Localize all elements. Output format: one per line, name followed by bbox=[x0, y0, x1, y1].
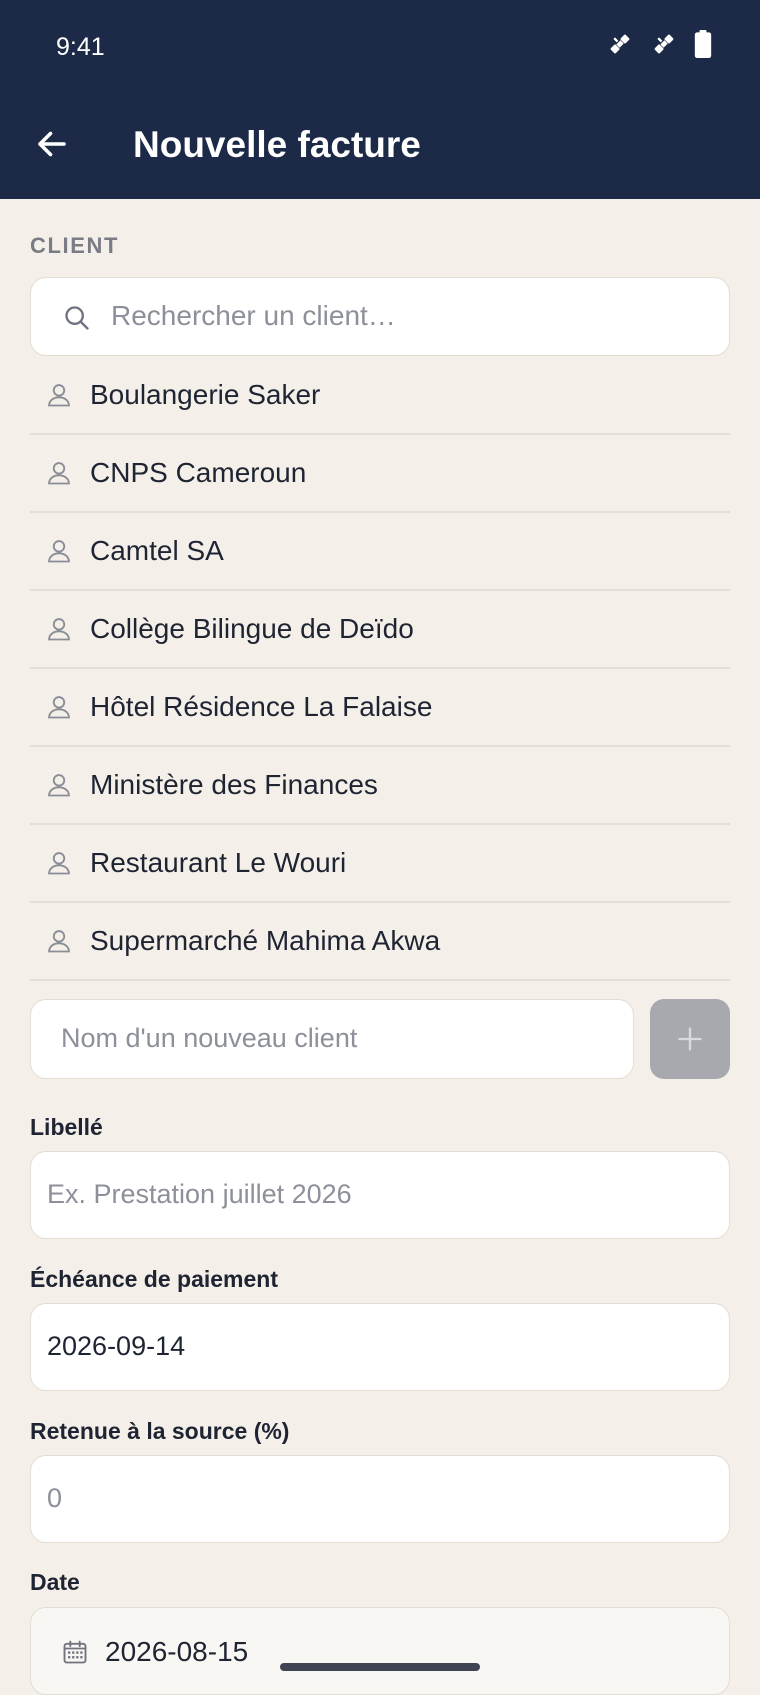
client-item[interactable]: Restaurant Le Wouri bbox=[30, 825, 730, 903]
satellite-icon bbox=[650, 30, 678, 58]
status-time: 9:41 bbox=[56, 33, 105, 61]
app-bar: 9:41 Nouvelle facture bbox=[0, 0, 760, 199]
client-name: Boulangerie Saker bbox=[90, 379, 321, 410]
libelle-label: Libellé bbox=[30, 1114, 103, 1140]
add-client-button[interactable] bbox=[650, 999, 730, 1079]
new-client-field[interactable] bbox=[30, 999, 634, 1079]
date-field[interactable]: 2026-08-15 bbox=[30, 1607, 730, 1695]
new-client-input[interactable] bbox=[61, 1000, 621, 1077]
person-icon bbox=[45, 381, 75, 409]
echeance-label: Échéance de paiement bbox=[30, 1266, 278, 1292]
status-icons bbox=[606, 30, 712, 58]
person-icon bbox=[45, 927, 75, 955]
client-name: CNPS Cameroun bbox=[90, 457, 307, 488]
client-search-input[interactable] bbox=[111, 278, 711, 354]
page-title: Nouvelle facture bbox=[133, 124, 421, 165]
battery-icon bbox=[694, 30, 712, 58]
client-name: Restaurant Le Wouri bbox=[90, 847, 347, 878]
retenue-input[interactable] bbox=[47, 1456, 707, 1541]
client-section-label: CLIENT bbox=[30, 233, 120, 258]
echeance-input[interactable] bbox=[47, 1304, 707, 1389]
client-name: Supermarché Mahima Akwa bbox=[90, 925, 441, 956]
home-indicator[interactable] bbox=[280, 1663, 480, 1671]
plus-icon bbox=[678, 1027, 702, 1051]
client-item[interactable]: Supermarché Mahima Akwa bbox=[30, 903, 730, 981]
satellite-icon bbox=[606, 30, 634, 58]
client-item[interactable]: Hôtel Résidence La Falaise bbox=[30, 669, 730, 747]
client-name: Hôtel Résidence La Falaise bbox=[90, 691, 433, 722]
client-name: Camtel SA bbox=[90, 535, 224, 566]
search-icon bbox=[63, 304, 91, 337]
client-name: Collège Bilingue de Deïdo bbox=[90, 613, 414, 644]
client-name: Ministère des Finances bbox=[90, 769, 378, 800]
client-list: Boulangerie Saker CNPS Cameroun Camtel S… bbox=[30, 357, 730, 981]
client-item[interactable]: Boulangerie Saker bbox=[30, 357, 730, 435]
retenue-label: Retenue à la source (%) bbox=[30, 1418, 290, 1444]
person-icon bbox=[45, 615, 75, 643]
back-arrow-icon bbox=[38, 131, 66, 157]
date-value: 2026-08-15 bbox=[105, 1636, 249, 1667]
client-item[interactable]: Ministère des Finances bbox=[30, 747, 730, 825]
client-item[interactable]: Camtel SA bbox=[30, 513, 730, 591]
person-icon bbox=[45, 771, 75, 799]
client-item[interactable]: CNPS Cameroun bbox=[30, 435, 730, 513]
retenue-field[interactable] bbox=[30, 1455, 730, 1543]
person-icon bbox=[45, 849, 75, 877]
calendar-icon bbox=[61, 1638, 89, 1671]
person-icon bbox=[45, 693, 75, 721]
client-item[interactable]: Collège Bilingue de Deïdo bbox=[30, 591, 730, 669]
libelle-input[interactable] bbox=[47, 1152, 707, 1237]
person-icon bbox=[45, 459, 75, 487]
echeance-field[interactable] bbox=[30, 1303, 730, 1391]
client-search-box[interactable] bbox=[30, 277, 730, 356]
date-label: Date bbox=[30, 1569, 80, 1595]
person-icon bbox=[45, 537, 75, 565]
libelle-field[interactable] bbox=[30, 1151, 730, 1239]
back-button[interactable] bbox=[30, 122, 74, 166]
